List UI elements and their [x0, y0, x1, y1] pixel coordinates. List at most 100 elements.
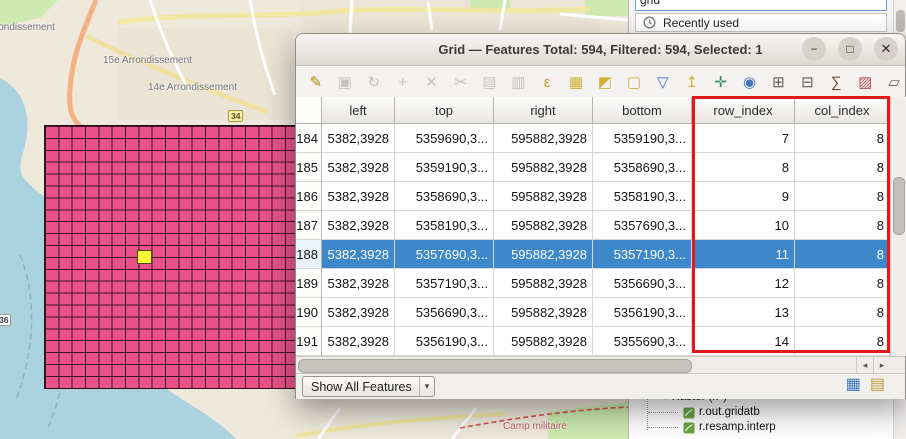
cell-col_index[interactable]: 8	[795, 211, 890, 240]
cell-bottom[interactable]: 5359190,3...	[593, 124, 692, 153]
cell-bottom[interactable]: 5358690,3...	[593, 153, 692, 182]
minimize-button[interactable]: −	[802, 37, 826, 61]
cell-right[interactable]: 595882,3928	[494, 153, 593, 182]
cell-row_index[interactable]: 8	[692, 153, 795, 182]
cell-row_index[interactable]: 7	[692, 124, 795, 153]
cell-top[interactable]: 5357190,3...	[395, 269, 494, 298]
cell-col_index[interactable]: 8	[795, 298, 890, 327]
cell-row_index[interactable]: 9	[692, 182, 795, 211]
cell-row_index[interactable]: 12	[692, 269, 795, 298]
cell-top[interactable]: 5356690,3...	[395, 298, 494, 327]
window-titlebar[interactable]: Grid — Features Total: 594, Filtered: 59…	[296, 34, 905, 66]
move-selection-top-icon[interactable]: ↥	[681, 71, 703, 93]
table-row[interactable]: 1905382,39285356690,3...595882,392853561…	[296, 298, 891, 327]
toolbox-search-input[interactable]	[635, 0, 887, 11]
row-number[interactable]: 191	[296, 327, 322, 356]
expand-arrow-icon[interactable]: ▾	[663, 399, 668, 402]
cell-row_index[interactable]: 10	[692, 211, 795, 240]
row-number[interactable]: 186	[296, 182, 322, 211]
cell-right[interactable]: 595882,3928	[494, 327, 593, 356]
form-view-icon[interactable]: ▤	[870, 375, 885, 395]
table-row[interactable]: 1865382,39285358690,3...595882,392853581…	[296, 182, 891, 211]
cell-right[interactable]: 595882,3928	[494, 269, 593, 298]
toggle-editing-icon[interactable]: ✎	[305, 71, 327, 93]
pan-to-selection-icon[interactable]: ✛	[710, 71, 732, 93]
row-number[interactable]: 185	[296, 153, 322, 182]
column-header-right[interactable]: right	[494, 97, 593, 124]
cell-col_index[interactable]: 8	[795, 240, 890, 269]
new-field-icon[interactable]: ⊞	[768, 71, 790, 93]
cell-bottom[interactable]: 5357190,3...	[593, 240, 692, 269]
cell-top[interactable]: 5356190,3...	[395, 327, 494, 356]
cell-col_index[interactable]: 8	[795, 182, 890, 211]
cell-top[interactable]: 5358690,3...	[395, 182, 494, 211]
deselect-all-icon[interactable]: ▢	[623, 71, 645, 93]
cell-top[interactable]: 5359190,3...	[395, 153, 494, 182]
cell-right[interactable]: 595882,3928	[494, 182, 593, 211]
vertical-scrollbar-thumb[interactable]	[893, 177, 905, 235]
cell-right[interactable]: 595882,3928	[494, 240, 593, 269]
horizontal-scrollbar[interactable]: ◂ ▸	[296, 356, 905, 373]
select-all-icon[interactable]: ▦	[565, 71, 587, 93]
panel-scrollbar[interactable]	[893, 399, 906, 439]
table-row[interactable]: 1875382,39285358190,3...595882,392853576…	[296, 211, 891, 240]
table-row[interactable]: 1915382,39285356190,3...595882,392853556…	[296, 327, 891, 356]
dock-attribute-table-icon[interactable]: ▱	[883, 71, 905, 93]
close-button[interactable]: ✕	[874, 37, 898, 61]
cell-bottom[interactable]: 5358190,3...	[593, 182, 692, 211]
column-header-top[interactable]: top	[395, 97, 494, 124]
conditional-formatting-icon[interactable]: ▨	[854, 71, 876, 93]
cell-row_index[interactable]: 14	[692, 327, 795, 356]
cell-row_index[interactable]: 11	[692, 240, 795, 269]
filter-form-icon[interactable]: ▽	[652, 71, 674, 93]
cell-bottom[interactable]: 5356690,3...	[593, 269, 692, 298]
toolbox-recently-used[interactable]: Recently used	[635, 13, 887, 32]
cell-row_index[interactable]: 13	[692, 298, 795, 327]
cell-left[interactable]: 5382,3928	[322, 153, 395, 182]
panel-scrollbar[interactable]	[893, 0, 906, 33]
panel-scrollbar-thumb[interactable]	[896, 10, 905, 32]
cell-left[interactable]: 5382,3928	[322, 327, 395, 356]
selected-grid-cell[interactable]	[137, 250, 152, 264]
cell-top[interactable]: 5359690,3...	[395, 124, 494, 153]
row-number[interactable]: 187	[296, 211, 322, 240]
row-number[interactable]: 184	[296, 124, 322, 153]
maximize-button[interactable]: □	[838, 37, 862, 61]
scroll-left-arrow-icon[interactable]: ◂	[856, 357, 873, 373]
cell-left[interactable]: 5382,3928	[322, 124, 395, 153]
toolbox-item-algorithm[interactable]: r.resamp.interp	[629, 420, 906, 435]
toolbox-item-algorithm[interactable]: r.out.gridatb	[629, 405, 906, 420]
zoom-to-selection-icon[interactable]: ◉	[739, 71, 761, 93]
field-calculator-icon[interactable]: ∑	[825, 71, 847, 93]
cell-left[interactable]: 5382,3928	[322, 298, 395, 327]
cell-bottom[interactable]: 5357690,3...	[593, 211, 692, 240]
horizontal-scrollbar-thumb[interactable]	[298, 359, 692, 373]
cell-right[interactable]: 595882,3928	[494, 211, 593, 240]
cell-bottom[interactable]: 5356190,3...	[593, 298, 692, 327]
table-view-icon[interactable]: ▦	[846, 375, 861, 395]
invert-selection-icon[interactable]: ◩	[594, 71, 616, 93]
table-row[interactable]: 1855382,39285359190,3...595882,392853586…	[296, 153, 891, 182]
column-header-row_index[interactable]: row_index	[692, 97, 795, 124]
table-row[interactable]: 1895382,39285357190,3...595882,392853566…	[296, 269, 891, 298]
row-number[interactable]: 190	[296, 298, 322, 327]
column-header-bottom[interactable]: bottom	[593, 97, 692, 124]
vertical-scrollbar[interactable]	[890, 97, 906, 356]
cell-bottom[interactable]: 5355690,3...	[593, 327, 692, 356]
table-row[interactable]: 1845382,39285359690,3...595882,392853591…	[296, 124, 891, 153]
scroll-right-arrow-icon[interactable]: ▸	[873, 357, 890, 373]
cell-right[interactable]: 595882,3928	[494, 298, 593, 327]
cell-left[interactable]: 5382,3928	[322, 182, 395, 211]
column-header-left[interactable]: left	[322, 97, 395, 124]
row-number-header[interactable]	[296, 97, 322, 124]
cell-left[interactable]: 5382,3928	[322, 240, 395, 269]
table-row[interactable]: 1885382,39285357690,3...595882,392853571…	[296, 240, 891, 269]
row-number[interactable]: 189	[296, 269, 322, 298]
cell-left[interactable]: 5382,3928	[322, 211, 395, 240]
cell-col_index[interactable]: 8	[795, 124, 890, 153]
cell-top[interactable]: 5357690,3...	[395, 240, 494, 269]
cell-top[interactable]: 5358190,3...	[395, 211, 494, 240]
feature-filter-dropdown[interactable]: Show All Features ▾	[302, 376, 435, 397]
row-number[interactable]: 188	[296, 240, 322, 269]
cell-left[interactable]: 5382,3928	[322, 269, 395, 298]
